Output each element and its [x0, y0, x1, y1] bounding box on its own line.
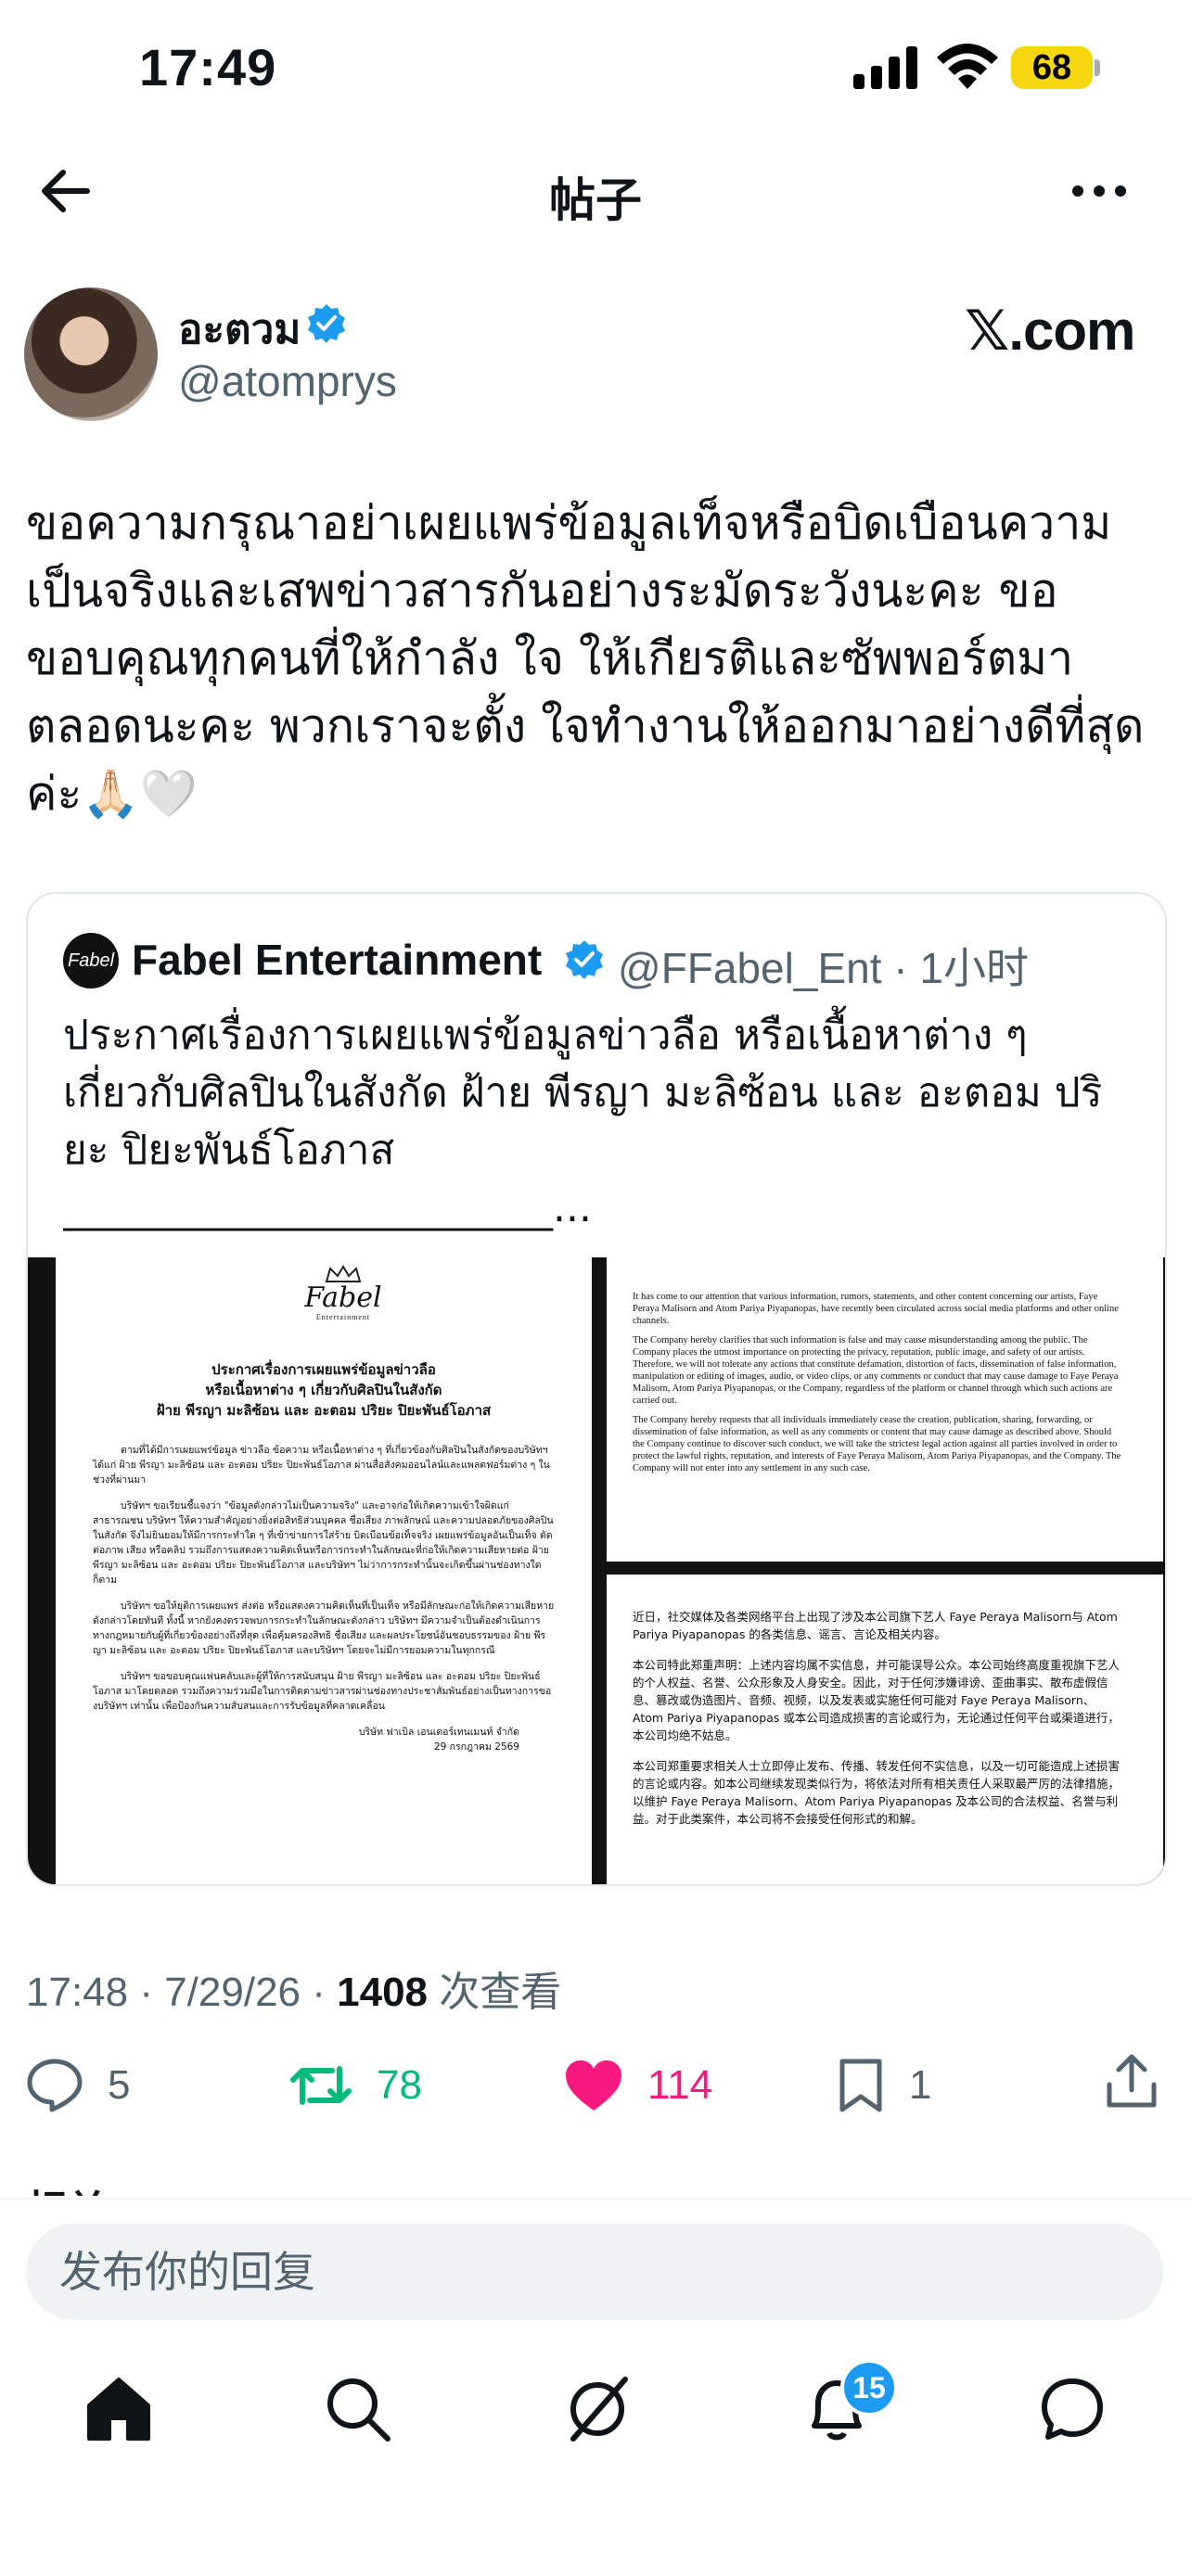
doc-title-line: หรือเนื้อหาต่าง ๆ เกี่ยวกับศิลปินในสังกั…	[205, 1382, 442, 1398]
media-image-english-announcement[interactable]: It has come to our attention that variou…	[607, 1257, 1163, 1562]
share-icon[interactable]	[1104, 2053, 1159, 2111]
tweet-text: ขอความกรุณาอย่าเผยแพร่ข้อมูลเท็จหรือบิดเ…	[26, 490, 1165, 828]
repost-icon	[290, 2066, 352, 2105]
doc-body: ตามที่ได้มีการเผยแพร่ข้อมูล ข่าวลือ ข้อค…	[93, 1443, 557, 1754]
quoted-author-name[interactable]: Fabel Entertainment	[132, 935, 542, 985]
tweet-line: ตลอดนะคะ พวกเราจะตั้ง ใจทำงานให้ออกมาอย่…	[26, 699, 1145, 753]
doc-title: ประกาศเรื่องการเผยแพร่ข้อมูลข่าวลือ หรือ…	[74, 1359, 573, 1421]
doc-paragraph: Therefore, we will not tolerate any acti…	[633, 1359, 1119, 1406]
quoted-handle-time: @FFabel_Ent · 1小时	[618, 944, 1029, 992]
tweet-meta: 17:48 · 7/29/26 · 1408 次查看	[26, 1958, 561, 2018]
quoted-line: ยะ ปิยะพันธ์โอภาส	[63, 1127, 395, 1174]
media-image-chinese-announcement[interactable]: 近日，社交媒体及各类网络平台上出现了涉及本公司旗下艺人 Faye Peraya …	[607, 1575, 1163, 1884]
doc-cn-body: 近日，社交媒体及各类网络平台上出现了涉及本公司旗下艺人 Faye Peraya …	[633, 1608, 1124, 1828]
bookmark-count: 1	[909, 2062, 932, 2108]
doc-title-line: ฝ้าย พีรญา มะลิซ้อน และ อะตอม ปริยะ ปิยะ…	[156, 1402, 492, 1419]
logo-subtext: Entertainment	[315, 1313, 371, 1321]
author-avatar[interactable]	[24, 287, 158, 421]
crown-icon	[325, 1265, 362, 1282]
doc-title-line: ประกาศเรื่องการเผยแพร่ข้อมูลข่าวลือ	[211, 1361, 436, 1378]
reply-icon	[27, 2059, 83, 2112]
doc-en-body: It has come to our attention that variou…	[633, 1291, 1124, 1474]
wifi-icon	[937, 44, 998, 89]
page-title: 帖子	[549, 173, 642, 227]
doc-paragraph: 本公司特此郑重声明：上述内容均属不实信息，并可能误导公众。本公司始终高度重视旗下…	[633, 1658, 1121, 1742]
quoted-avatar[interactable]: Fabel	[63, 933, 119, 988]
doc-paragraph: It has come to our attention that variou…	[633, 1292, 1119, 1326]
media-image-thai-announcement[interactable]: Fabel Entertainment ประกาศเรื่องการเผยแพ…	[56, 1257, 592, 1884]
quoted-media-grid[interactable]: Fabel Entertainment ประกาศเรื่องการเผยแพ…	[28, 1257, 1165, 1884]
messages-icon[interactable]	[1035, 2372, 1109, 2446]
doc-paragraph: The Company hereby requests that all ind…	[633, 1415, 1121, 1473]
signature-line: บริษัท ฟาเบิล เอนเตอร์เทนเมนท์ จำกัด	[358, 1727, 519, 1738]
notifications-badge: 15	[840, 2359, 898, 2417]
doc-paragraph: บริษัทฯ ขอเรียนชี้แจงว่า "ข้อมูลดังกล่าว…	[93, 1500, 554, 1586]
status-time: 17:49	[139, 38, 277, 96]
logo-text: Fabel	[304, 1282, 382, 1314]
fabel-logo: Fabel Entertainment	[288, 1265, 399, 1321]
reply-button[interactable]: 5	[26, 2053, 130, 2118]
doc-paragraph: 本公司郑重要求相关人士立即停止发布、传播、转发任何不实信息，以及一切可能造成上述…	[633, 1759, 1121, 1826]
tweet-timestamp: 17:48 · 7/29/26 ·	[26, 1970, 338, 2015]
reply-input[interactable]: 发布你的回复	[26, 2224, 1163, 2320]
bookmark-icon	[839, 2059, 882, 2112]
quoted-tweet[interactable]: Fabel Fabel Entertainment @FFabel_Ent · …	[26, 892, 1167, 1886]
verified-badge-icon	[308, 304, 345, 343]
view-count-label: 次查看	[428, 1970, 562, 2015]
verified-badge-icon	[566, 940, 603, 979]
author-handle[interactable]: @atomprys	[178, 356, 397, 406]
heart-icon	[566, 2060, 621, 2111]
quoted-line: ประกาศเรื่องการเผยแพร่ข้อมูลข่าวลือ หรือ…	[63, 1012, 1028, 1059]
related-heading: 相关	[26, 2177, 108, 2196]
quoted-line: ________________________...	[63, 1184, 592, 1231]
quoted-line: เกี่ยวกับศิลปินในสังกัด ฝ้าย พีรญา มะลิซ…	[63, 1069, 1103, 1116]
doc-signature: บริษัท ฟาเบิล เอนเตอร์เทนเมนท์ จำกัด 29 …	[93, 1725, 557, 1754]
battery-tip	[1095, 59, 1100, 76]
doc-paragraph: The Company hereby clarifies that such i…	[633, 1335, 1088, 1358]
like-count: 114	[647, 2062, 713, 2108]
battery-level: 68	[1011, 46, 1093, 89]
view-count: 1408	[337, 1970, 429, 2015]
tweet-line: เป็นจริงและเสพข่าวสารกันอย่างระมัดระวังน…	[26, 564, 1058, 618]
repost-button[interactable]: 78	[289, 2053, 422, 2118]
doc-paragraph: บริษัทฯ ขอให้ยุติการเผยแพร่ ส่งต่อ หรือแ…	[93, 1600, 555, 1656]
author-name[interactable]: อะตวม	[178, 297, 301, 362]
repost-count: 78	[377, 2062, 422, 2108]
signature-line: 29 กรกฎาคม 2569	[433, 1741, 519, 1753]
tweet-line: ขอบคุณทุกคนที่ให้กำลัง ใจ ให้เกียรติและซ…	[26, 631, 1074, 685]
like-button[interactable]: 114	[564, 2053, 712, 2118]
search-icon[interactable]	[321, 2372, 395, 2446]
grok-icon[interactable]	[560, 2372, 634, 2446]
quoted-text: ประกาศเรื่องการเผยแพร่ข้อมูลข่าวลือ หรือ…	[63, 1007, 1139, 1237]
doc-paragraph: บริษัทฯ ขอขอบคุณแฟนคลับและผู้ที่ให้การสน…	[93, 1671, 552, 1712]
cellular-signal-icon	[853, 46, 917, 89]
bookmark-button[interactable]: 1	[837, 2053, 931, 2118]
doc-paragraph: ตามที่ได้มีการเผยแพร่ข้อมูล ข่าวลือ ข้อค…	[93, 1445, 550, 1486]
home-icon[interactable]	[82, 2372, 156, 2446]
tweet-line: ขอความกรุณาอย่าเผยแพร่ข้อมูลเท็จหรือบิดเ…	[26, 496, 1112, 550]
tweet-line: ค่ะ🙏🏻🤍	[26, 767, 198, 821]
doc-paragraph: 近日，社交媒体及各类网络平台上出现了涉及本公司旗下艺人 Faye Peraya …	[633, 1610, 1118, 1641]
x-com-watermark: 𝕏.com	[965, 300, 1135, 362]
reply-count: 5	[108, 2062, 131, 2108]
more-options-icon[interactable]	[1067, 172, 1132, 210]
